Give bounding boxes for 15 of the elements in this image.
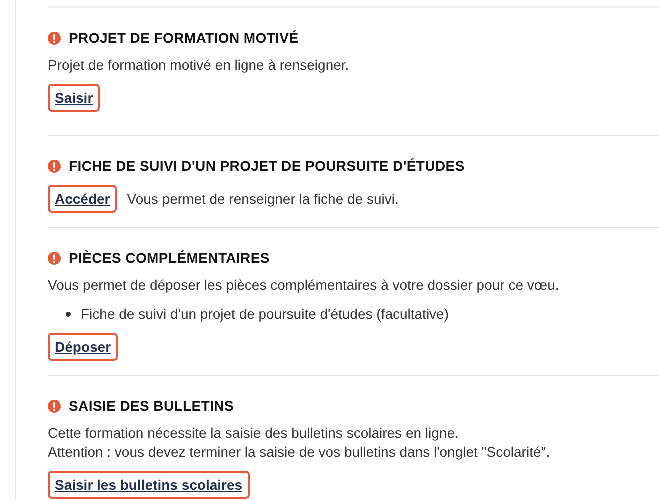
description-text: Projet de formation motivé en ligne à renseigner. xyxy=(48,56,350,75)
action-button[interactable]: Déposer xyxy=(48,333,118,361)
action-button[interactable]: Saisir xyxy=(48,84,100,112)
section-title: PIÈCES COMPLÉMENTAIRES xyxy=(69,249,270,268)
action-button[interactable]: Saisir les bulletins scolaires xyxy=(48,471,250,499)
description-text: Vous permet de renseigner la fiche de suivi. xyxy=(127,190,399,208)
action-button[interactable]: Accéder xyxy=(48,185,118,213)
description-text: Attention : vous devez terminer la saisie de vos bulletins dans l'onglet "Scolarité". xyxy=(48,443,552,462)
bullet-icon xyxy=(66,312,71,317)
list-item-text: Fiche de suivi d'un projet de poursuite d'études (facultative) xyxy=(81,305,449,324)
section-title: FICHE DE SUIVI D'UN PROJET DE POURSUITE D'ÉTUDES xyxy=(69,157,465,176)
description-text: Cette formation nécessite la saisie des bulletins scolaires en ligne. xyxy=(48,424,460,443)
section-title: PROJET DE FORMATION MOTIVÉ xyxy=(69,29,299,48)
description-text: Vous permet de déposer les pièces complémentaires à votre dossier pour ce vœu. xyxy=(48,276,560,295)
section-title: SAISIE DES BULLETINS xyxy=(69,397,234,416)
